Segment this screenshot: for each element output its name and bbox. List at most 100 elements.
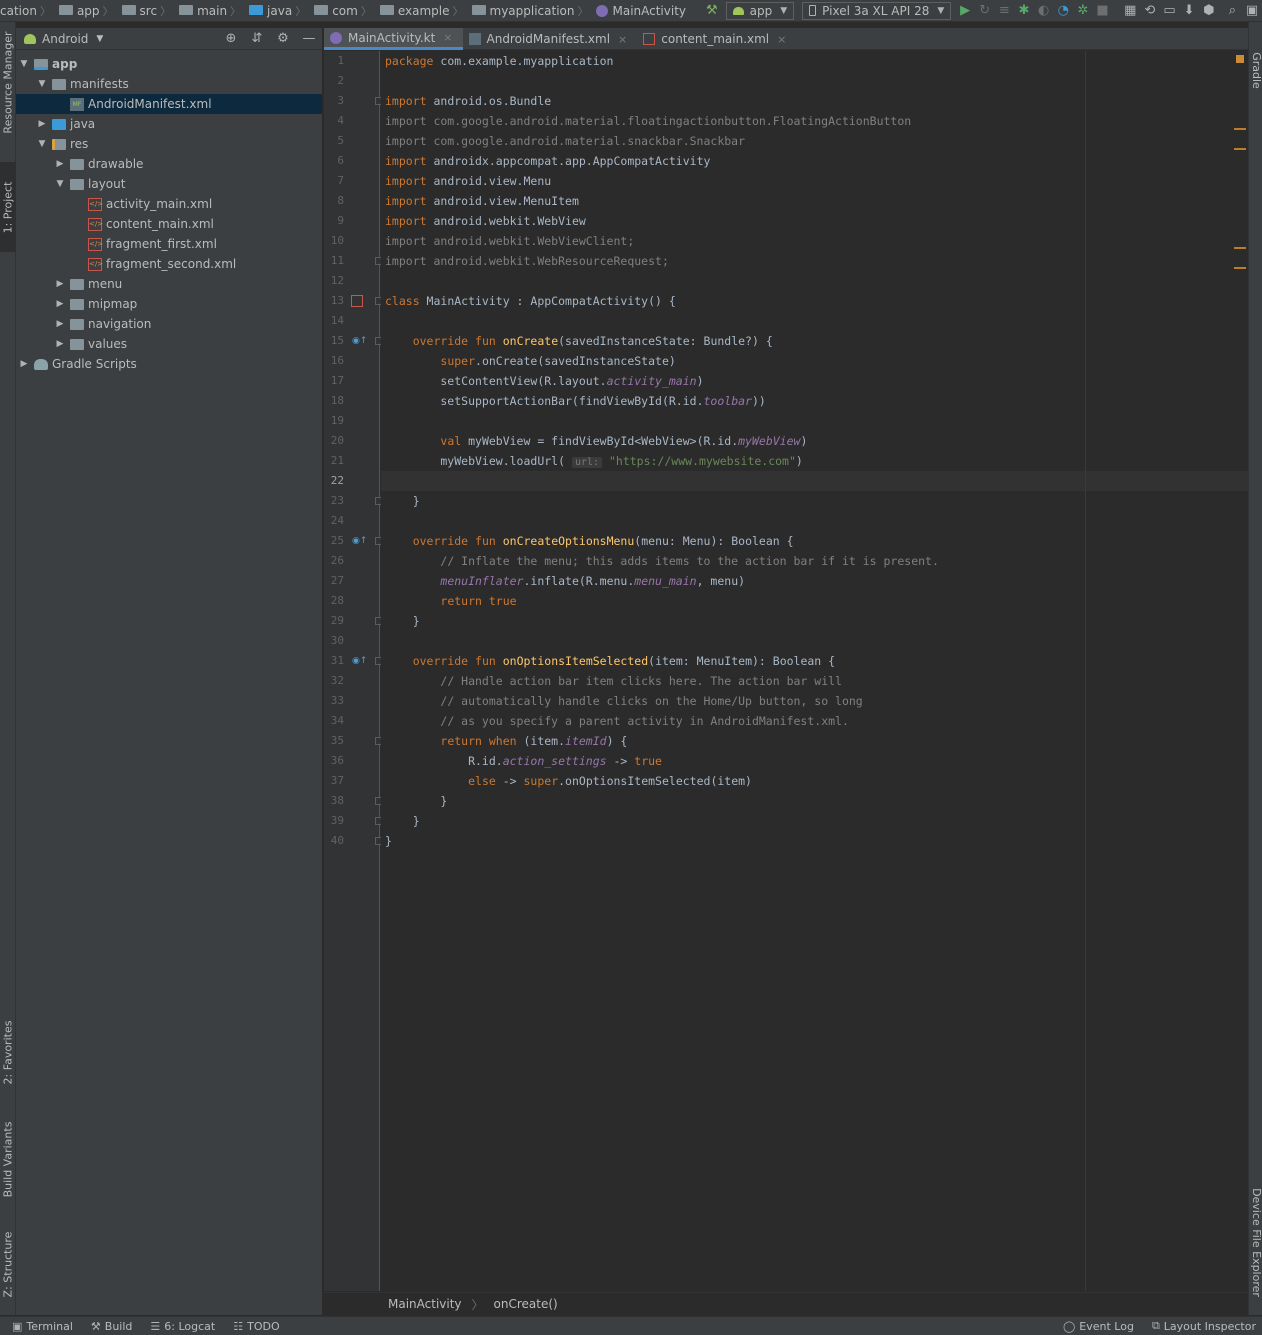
override-icon[interactable]: ◉↑ [352,331,367,351]
close-icon[interactable]: × [777,33,786,46]
status-bar-tab[interactable]: ☷ TODO [233,1320,279,1333]
resource-manager-tab[interactable]: Resource Manager [0,22,16,142]
collapse-arrow-icon[interactable]: ▶ [54,299,66,309]
related-layout-icon[interactable] [351,295,363,307]
expand-arrow-icon[interactable]: ▼ [54,179,66,189]
device-dropdown[interactable]: Pixel 3a XL API 28 ▼ [802,1,952,20]
collapse-arrow-icon[interactable]: ▶ [54,339,66,349]
tree-item[interactable]: ▶ java [16,114,322,134]
warning-mark[interactable] [1234,148,1246,150]
tree-item[interactable]: ▶ values [16,334,322,354]
tree-item[interactable]: ▶ navigation [16,314,322,334]
tree-item[interactable]: ▶ drawable [16,154,322,174]
breadcrumb-item[interactable]: 〉 com [292,0,358,21]
tree-item[interactable]: ▶ menu [16,274,322,294]
code-line: val myWebView = findViewById<WebView>(R.… [440,434,808,448]
breadcrumb-class[interactable]: MainActivity [388,1297,462,1311]
breadcrumb-method[interactable]: onCreate() [494,1297,558,1311]
build-variants-label: Build Variants [1,1121,15,1198]
sdk-icon[interactable]: ⬢ [1199,0,1219,21]
avd-manager-icon[interactable]: ▭ [1160,0,1180,21]
breadcrumb-item[interactable]: 〉 app [37,0,100,21]
locate-icon[interactable]: ⊕ [218,31,244,46]
breadcrumb-item[interactable]: 〉 MainActivity [574,0,686,21]
expand-arrow-icon[interactable]: ▼ [36,79,48,89]
collapse-arrow-icon[interactable]: ▶ [54,279,66,289]
tree-item[interactable]: </> activity_main.xml [16,194,322,214]
status-bar-tab[interactable]: ▣ Terminal [12,1320,73,1333]
tree-item[interactable]: </> fragment_second.xml [16,254,322,274]
structure-tab[interactable]: Z: Structure [0,1227,16,1302]
warning-mark[interactable] [1234,128,1246,130]
project-tab[interactable]: 1: Project [0,162,16,252]
tree-item[interactable]: ▼ res [16,134,322,154]
breadcrumb-item[interactable]: 〉 main [157,0,227,21]
tree-item[interactable]: </> content_main.xml [16,214,322,234]
expand-arrow-icon[interactable]: ▼ [36,139,48,149]
breadcrumb-item[interactable]: 〉 myapplication [450,0,575,21]
breadcrumb-item[interactable]: 〉 java [227,0,292,21]
run-config-dropdown[interactable]: app ▼ [725,1,795,20]
editor-tab[interactable]: content_main.xml × [637,28,796,50]
collapse-arrow-icon[interactable]: ▶ [54,319,66,329]
editor-tab[interactable]: AndroidManifest.xml × [463,28,638,50]
warning-mark[interactable] [1234,267,1246,269]
status-bar-tab[interactable]: ⚒ Build [91,1320,133,1333]
gradle-tab[interactable]: Gradle [1249,40,1262,100]
apply-changes-icon[interactable]: ↻ [975,0,995,21]
apply-code-changes-icon[interactable]: ≡ [995,0,1015,21]
attach-debugger-icon[interactable]: ◐ [1034,0,1054,21]
error-stripe[interactable] [1234,51,1248,1291]
tree-item[interactable]: ▼ manifests [16,74,322,94]
tree-item[interactable]: ▼ layout [16,174,322,194]
tree-item[interactable]: ▶ mipmap [16,294,322,314]
build-variants-tab[interactable]: Build Variants [0,1112,16,1207]
collapse-arrow-icon[interactable]: ▶ [54,159,66,169]
tree-item[interactable]: </> fragment_first.xml [16,234,322,254]
hide-icon[interactable]: — [296,31,322,46]
folder-icon [70,338,84,350]
collapse-all-icon[interactable]: ⇵ [244,31,270,46]
breadcrumb-item[interactable]: cation [0,0,37,21]
search-icon[interactable]: ⌕ [1223,0,1243,21]
close-icon[interactable]: × [443,31,452,44]
make-project-hammer-icon[interactable]: ⚒ [702,0,722,21]
editor-tab[interactable]: MainActivity.kt × [324,28,463,50]
override-icon[interactable]: ◉↑ [352,651,367,671]
tree-item[interactable]: MF AndroidManifest.xml [16,94,322,114]
breadcrumb-item[interactable]: 〉 example [358,0,450,21]
status-bar-tab[interactable]: ◯ Event Log [1063,1319,1134,1333]
window-icon[interactable]: ▣ [1242,0,1262,21]
device-file-explorer-tab[interactable]: Device File Explorer [1249,1182,1262,1302]
status-bar-tab[interactable]: ☰ 6: Logcat [150,1320,215,1333]
project-view-dropdown[interactable]: Android ▼ [24,32,103,46]
line-number: 18 [330,394,344,407]
gear-icon[interactable]: ⚙ [270,31,296,46]
code-line: import androidx.appcompat.app.AppCompatA… [385,154,711,168]
profiler-icon[interactable]: ◔ [1053,0,1073,21]
debug-icon[interactable]: ✱ [1014,0,1034,21]
run-icon[interactable]: ▶ [955,0,975,21]
override-icon[interactable]: ◉↑ [352,531,367,551]
sdk-manager-icon[interactable]: ⬇ [1179,0,1199,21]
chevron-right-icon: 〉 [39,4,51,18]
code-editor[interactable]: package com.example.myapplication import … [381,51,1248,1291]
sync-gradle-icon[interactable]: ⟲ [1140,0,1160,21]
warning-indicator[interactable] [1236,55,1244,63]
collapse-arrow-icon[interactable]: ▶ [18,359,30,369]
status-bar-label: TODO [247,1319,280,1333]
code-line: setSupportActionBar(findViewById(R.id.to… [385,394,766,408]
attach-process-icon[interactable]: ✲ [1073,0,1093,21]
collapse-arrow-icon[interactable]: ▶ [36,119,48,129]
project-structure-icon[interactable]: ▦ [1120,0,1140,21]
tree-item[interactable]: ▼ app [16,54,322,74]
status-bar-tab[interactable]: ⧉ Layout Inspector [1152,1319,1256,1333]
warning-mark[interactable] [1234,247,1246,249]
expand-arrow-icon[interactable]: ▼ [18,59,30,69]
tree-item[interactable]: ▶ Gradle Scripts [16,354,322,374]
stop-icon[interactable]: ■ [1093,0,1113,21]
favorites-tab[interactable]: 2: Favorites [0,1012,16,1092]
close-icon[interactable]: × [618,33,627,46]
code-line: import android.view.Menu [385,174,552,188]
breadcrumb-item[interactable]: 〉 src [100,0,158,21]
